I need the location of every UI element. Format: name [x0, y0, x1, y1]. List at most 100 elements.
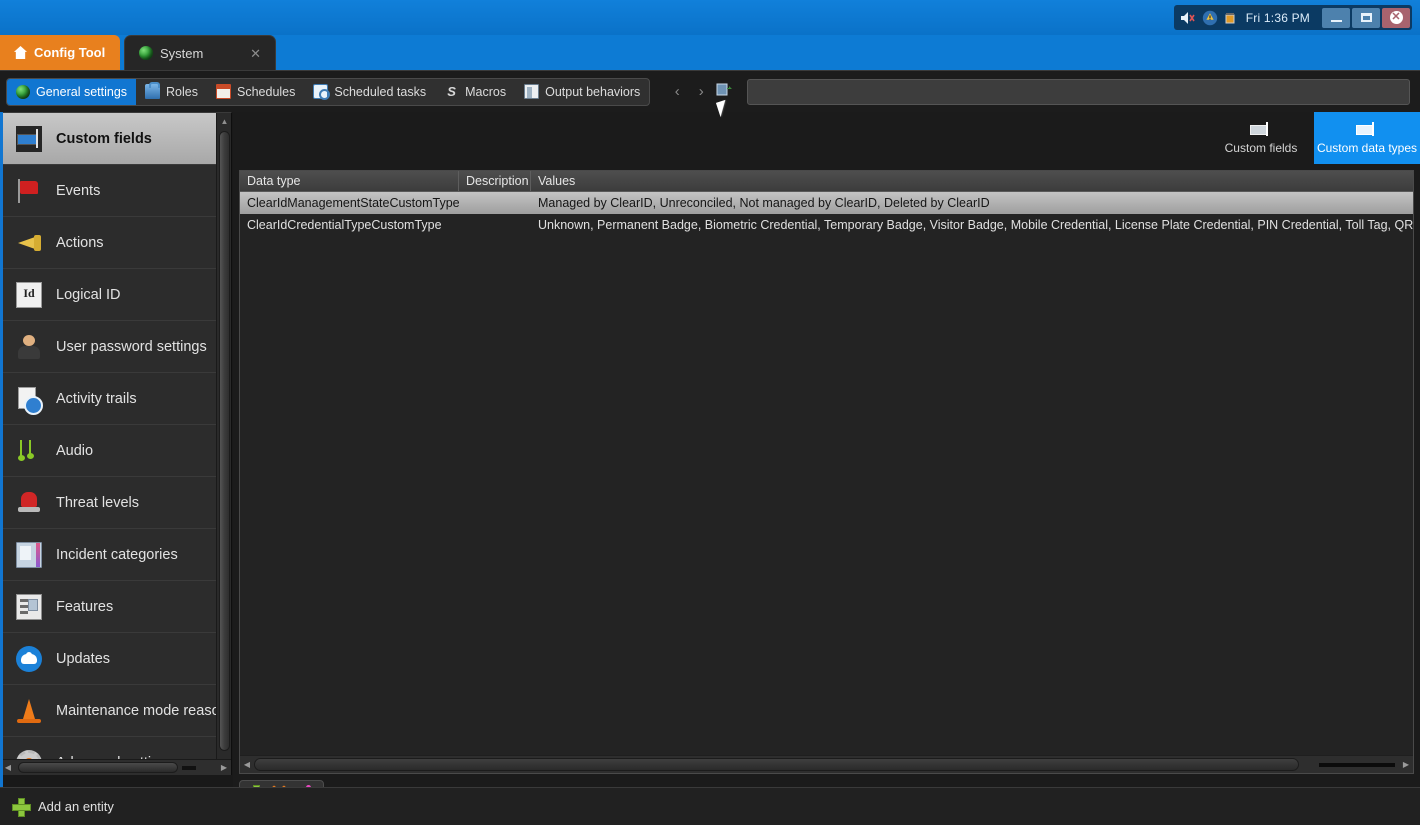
content-panel: Custom fields Custom data types Data typ…: [233, 112, 1420, 787]
maximize-button[interactable]: [1352, 8, 1380, 28]
output-behavior-icon: [524, 84, 539, 99]
sidebar: Custom fields Events Actions Logical ID …: [0, 112, 232, 775]
back-icon[interactable]: ‹: [668, 83, 686, 100]
calendar-icon: [216, 84, 231, 99]
table-row[interactable]: ClearIdManagementStateCustomType Managed…: [240, 192, 1413, 214]
column-header-data-type[interactable]: Data type: [240, 171, 459, 191]
scrollbar-track[interactable]: [254, 758, 1399, 771]
sidebar-item-label: User password settings: [56, 339, 207, 355]
add-an-entity-button[interactable]: Add an entity: [38, 799, 114, 814]
sidebar-item-label: Events: [56, 183, 100, 199]
tab-custom-data-types-label: Custom data types: [1317, 141, 1417, 155]
speaker-muted-icon[interactable]: [1180, 11, 1196, 25]
custom-fields-icon: [1250, 122, 1272, 136]
scroll-right-icon[interactable]: ▶: [1399, 760, 1413, 769]
scrollbar-tail: [182, 766, 196, 770]
column-header-values[interactable]: Values: [531, 171, 1413, 191]
close-icon[interactable]: ✕: [250, 47, 261, 60]
sidebar-item-label: Maintenance mode reasons: [56, 703, 232, 719]
cell-values: Unknown, Permanent Badge, Biometric Cred…: [531, 218, 1413, 232]
scrollbar-thumb[interactable]: [254, 758, 1299, 771]
sidebar-item-label: Features: [56, 599, 113, 615]
ribbon-item-output-behaviors[interactable]: Output behaviors: [515, 79, 649, 105]
sidebar-item-label: Incident categories: [56, 547, 178, 563]
battery-icon[interactable]: [1224, 11, 1238, 24]
network-warning-icon[interactable]: [1202, 10, 1218, 26]
column-header-description[interactable]: Description: [459, 171, 531, 191]
sidebar-item-events[interactable]: Events: [0, 165, 232, 217]
tab-custom-fields[interactable]: Custom fields: [1208, 112, 1314, 164]
macro-icon: S: [444, 84, 459, 99]
sidebar-item-label: Updates: [56, 651, 110, 667]
traffic-cone-icon: [16, 698, 42, 724]
logical-id-icon: [16, 282, 42, 308]
sidebar-item-logical-id[interactable]: Logical ID: [0, 269, 232, 321]
sidebar-item-maintenance-mode-reasons[interactable]: Maintenance mode reasons: [0, 685, 232, 737]
scheduled-task-icon: [313, 84, 328, 99]
cloud-update-icon: [16, 646, 42, 672]
left-accent-edge: [0, 112, 3, 787]
cell-values: Managed by ClearID, Unreconciled, Not ma…: [531, 196, 1413, 210]
recent-items-icon[interactable]: [716, 82, 733, 102]
sidebar-item-label: Logical ID: [56, 287, 120, 303]
app-tab-system[interactable]: System ✕: [124, 35, 276, 70]
scrollbar-thumb[interactable]: [219, 131, 230, 751]
app-tab-system-label: System: [160, 46, 203, 61]
scroll-left-icon[interactable]: ◀: [240, 760, 254, 769]
forward-icon[interactable]: ›: [692, 83, 710, 100]
sidebar-item-features[interactable]: Features: [0, 581, 232, 633]
sidebar-item-activity-trails[interactable]: Activity trails: [0, 373, 232, 425]
scrollbar-track[interactable]: [16, 762, 216, 773]
sidebar-list: Custom fields Events Actions Logical ID …: [0, 113, 232, 775]
music-note-icon: [16, 438, 42, 464]
ribbon-item-general-settings[interactable]: General settings: [7, 79, 136, 105]
app-tab-config-tool[interactable]: Config Tool: [0, 35, 120, 70]
app-tab-config-tool-label: Config Tool: [34, 45, 105, 60]
os-title-bar: Fri 1:36 PM ✕: [0, 0, 1420, 35]
scroll-right-icon[interactable]: ▶: [216, 763, 232, 772]
sidebar-horizontal-scrollbar[interactable]: ◀ ▶: [0, 759, 232, 775]
scrollbar-tail: [1319, 763, 1395, 767]
sidebar-item-label: Custom fields: [56, 131, 152, 147]
ribbon-item-macros[interactable]: S Macros: [435, 79, 515, 105]
megaphone-icon: [16, 230, 42, 256]
ribbon-item-group: General settings Roles Schedules Schedul…: [6, 78, 650, 106]
custom-fields-icon: [16, 126, 42, 152]
ribbon-item-schedules-label: Schedules: [237, 85, 295, 99]
ribbon-item-scheduled-tasks[interactable]: Scheduled tasks: [304, 79, 435, 105]
ribbon-item-roles-label: Roles: [166, 85, 198, 99]
ribbon-item-schedules[interactable]: Schedules: [207, 79, 304, 105]
ribbon-item-macros-label: Macros: [465, 85, 506, 99]
close-button[interactable]: ✕: [1382, 8, 1410, 28]
sidebar-item-label: Actions: [56, 235, 104, 251]
table-horizontal-scrollbar[interactable]: ◀ ▶: [240, 755, 1413, 773]
sidebar-item-actions[interactable]: Actions: [0, 217, 232, 269]
scroll-up-icon[interactable]: ▲: [217, 113, 232, 129]
globe-icon: [139, 46, 153, 60]
globe-icon: [16, 85, 30, 99]
sidebar-vertical-scrollbar[interactable]: ▲ ▼: [216, 113, 231, 775]
ribbon-item-roles[interactable]: Roles: [136, 79, 207, 105]
navigation-group: ‹ ›: [664, 82, 737, 102]
home-icon: [14, 46, 27, 59]
sidebar-item-incident-categories[interactable]: Incident categories: [0, 529, 232, 581]
sidebar-item-label: Activity trails: [56, 391, 137, 407]
activity-trails-icon: [16, 386, 42, 412]
cell-data-type: ClearIdManagementStateCustomType: [240, 196, 459, 210]
tab-custom-fields-label: Custom fields: [1225, 141, 1298, 155]
scrollbar-thumb[interactable]: [18, 762, 178, 773]
tab-custom-data-types[interactable]: Custom data types: [1314, 112, 1420, 164]
sidebar-item-custom-fields[interactable]: Custom fields: [0, 113, 232, 165]
table-body: ClearIdManagementStateCustomType Managed…: [240, 192, 1413, 753]
minimize-button[interactable]: [1322, 8, 1350, 28]
sidebar-item-updates[interactable]: Updates: [0, 633, 232, 685]
sidebar-item-label: Threat levels: [56, 495, 139, 511]
content-tab-bar: Custom fields Custom data types: [233, 112, 1420, 164]
sidebar-item-audio[interactable]: Audio: [0, 425, 232, 477]
status-bar: Add an entity: [0, 787, 1420, 825]
search-input[interactable]: [747, 79, 1410, 105]
table-row[interactable]: ClearIdCredentialTypeCustomType Unknown,…: [240, 214, 1413, 236]
sidebar-item-threat-levels[interactable]: Threat levels: [0, 477, 232, 529]
sidebar-item-user-password-settings[interactable]: User password settings: [0, 321, 232, 373]
ribbon-item-general-settings-label: General settings: [36, 85, 127, 99]
